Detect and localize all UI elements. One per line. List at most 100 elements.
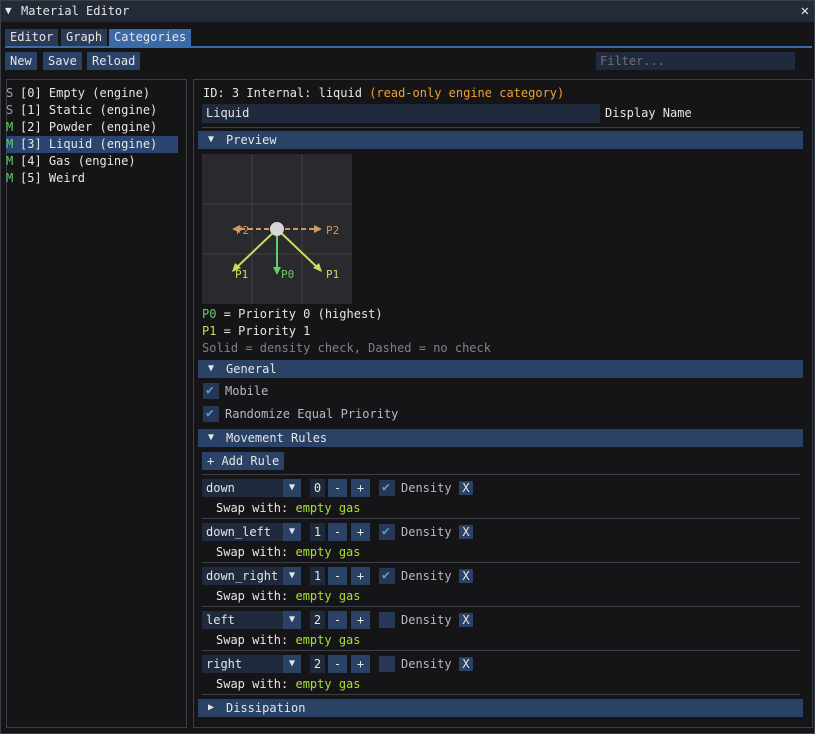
density-checkbox[interactable]: ✔ <box>379 524 395 540</box>
swap-with-label: Swap with: <box>216 501 289 515</box>
filter-input[interactable]: Filter... <box>596 52 795 70</box>
remove-rule-button[interactable]: X <box>459 481 473 495</box>
particle-circle <box>270 222 284 236</box>
category-label: [2] Powder (engine) <box>20 120 158 134</box>
display-name-input[interactable]: Liquid <box>202 104 600 123</box>
priority-value[interactable]: 2 <box>310 611 325 629</box>
remove-rule-button[interactable]: X <box>459 569 473 583</box>
reload-button[interactable]: Reload <box>87 52 141 70</box>
chevron-down-icon[interactable]: ▼ <box>283 611 301 629</box>
priority-value[interactable]: 1 <box>310 523 325 541</box>
remove-rule-button[interactable]: X <box>459 657 473 671</box>
separator <box>202 127 800 128</box>
movable-tag: M <box>6 120 14 134</box>
checkmark-icon: ✔ <box>382 524 390 539</box>
swap-with-row: Swap with: empty gas <box>216 633 361 647</box>
swap-with-label: Swap with: <box>216 677 289 691</box>
priority-increment-button[interactable]: + <box>351 479 370 497</box>
direction-value: left <box>206 613 235 627</box>
direction-combo[interactable]: down_right ▼ <box>202 567 301 585</box>
mobile-checkbox[interactable]: ✔ <box>203 383 219 399</box>
direction-combo[interactable]: down ▼ <box>202 479 301 497</box>
dissipation-header[interactable]: ▶ Dissipation <box>198 699 803 717</box>
expanded-arrow-icon: ▼ <box>208 134 215 145</box>
expanded-arrow-icon: ▼ <box>208 432 215 443</box>
category-item-powder[interactable]: M [2] Powder (engine) <box>6 119 178 136</box>
rule-separator <box>202 650 800 651</box>
density-checkbox[interactable] <box>379 612 395 628</box>
label-p1-left: P1 <box>235 268 248 281</box>
priority-value[interactable]: 1 <box>310 567 325 585</box>
chevron-down-icon[interactable]: ▼ <box>283 655 301 673</box>
readonly-note: (read-only engine category) <box>369 86 565 100</box>
randomize-label: Randomize Equal Priority <box>225 407 399 421</box>
priority-increment-button[interactable]: + <box>351 655 370 673</box>
chevron-down-icon[interactable]: ▼ <box>283 567 301 585</box>
density-label: Density <box>401 525 452 539</box>
preview-header-label: Preview <box>226 133 277 147</box>
priority-increment-button[interactable]: + <box>351 611 370 629</box>
category-item-weird[interactable]: M [5] Weird <box>6 170 178 187</box>
display-name-value: Liquid <box>206 106 250 120</box>
movement-preview-diagram: P2 P2 P1 P0 P1 <box>202 154 352 304</box>
remove-rule-button[interactable]: X <box>459 613 473 627</box>
category-item-liquid[interactable]: M [3] Liquid (engine) <box>6 136 178 153</box>
checkmark-icon: ✔ <box>382 568 390 583</box>
new-button[interactable]: New <box>5 52 37 70</box>
swap-with-values: empty gas <box>295 677 361 691</box>
category-item-empty[interactable]: S [0] Empty (engine) <box>6 85 178 102</box>
direction-combo[interactable]: left ▼ <box>202 611 301 629</box>
priority-value[interactable]: 2 <box>310 655 325 673</box>
priority-value[interactable]: 0 <box>310 479 325 497</box>
rule-separator <box>202 694 800 695</box>
direction-combo[interactable]: down_left ▼ <box>202 523 301 541</box>
tab-editor[interactable]: Editor <box>5 29 59 46</box>
legend-p0-text: = Priority 0 (highest) <box>216 307 383 321</box>
category-label: [1] Static (engine) <box>20 103 158 117</box>
expanded-arrow-icon: ▼ <box>208 363 215 374</box>
category-label: [4] Gas (engine) <box>20 154 136 168</box>
label-p1-right: P1 <box>326 268 339 281</box>
chevron-down-icon[interactable]: ▼ <box>283 523 301 541</box>
static-tag: S <box>6 86 14 100</box>
general-header[interactable]: ▼ General <box>198 360 803 378</box>
remove-rule-button[interactable]: X <box>459 525 473 539</box>
priority-decrement-button[interactable]: - <box>328 479 347 497</box>
density-checkbox[interactable] <box>379 656 395 672</box>
add-rule-button[interactable]: + Add Rule <box>202 452 285 470</box>
preview-header[interactable]: ▼ Preview <box>198 131 803 149</box>
close-icon[interactable]: ✕ <box>801 3 809 19</box>
chevron-down-icon[interactable]: ▼ <box>283 479 301 497</box>
priority-increment-button[interactable]: + <box>351 567 370 585</box>
priority-increment-button[interactable]: + <box>351 523 370 541</box>
density-checkbox[interactable]: ✔ <box>379 568 395 584</box>
category-item-static[interactable]: S [1] Static (engine) <box>6 102 178 119</box>
material-editor-window: ▼ Material Editor ✕ Editor Graph Categor… <box>0 0 815 734</box>
legend-p1-text: = Priority 1 <box>216 324 311 338</box>
label-p0: P0 <box>281 268 294 281</box>
density-checkbox[interactable]: ✔ <box>379 480 395 496</box>
priority-decrement-button[interactable]: - <box>328 611 347 629</box>
legend-note: Solid = density check, Dashed = no check <box>202 341 491 355</box>
movable-tag: M <box>6 171 14 185</box>
priority-decrement-button[interactable]: - <box>328 655 347 673</box>
movement-rules-header-label: Movement Rules <box>226 431 328 445</box>
tab-graph[interactable]: Graph <box>61 29 108 46</box>
movable-tag: M <box>6 154 14 168</box>
collapse-arrow-icon[interactable]: ▼ <box>5 4 12 17</box>
movement-rules-header[interactable]: ▼ Movement Rules <box>198 429 803 447</box>
swap-with-row: Swap with: empty gas <box>216 677 361 691</box>
priority-decrement-button[interactable]: - <box>328 567 347 585</box>
title-bar[interactable]: ▼ Material Editor ✕ <box>1 1 814 22</box>
category-label: [3] Liquid (engine) <box>20 137 158 151</box>
tab-categories[interactable]: Categories <box>109 29 192 46</box>
swap-with-label: Swap with: <box>216 633 289 647</box>
priority-decrement-button[interactable]: - <box>328 523 347 541</box>
save-button[interactable]: Save <box>43 52 82 70</box>
tab-underline <box>5 46 812 48</box>
checkmark-icon: ✔ <box>206 406 214 421</box>
category-item-gas[interactable]: M [4] Gas (engine) <box>6 153 178 170</box>
direction-combo[interactable]: right ▼ <box>202 655 301 673</box>
randomize-checkbox[interactable]: ✔ <box>203 406 219 422</box>
general-header-label: General <box>226 362 277 376</box>
